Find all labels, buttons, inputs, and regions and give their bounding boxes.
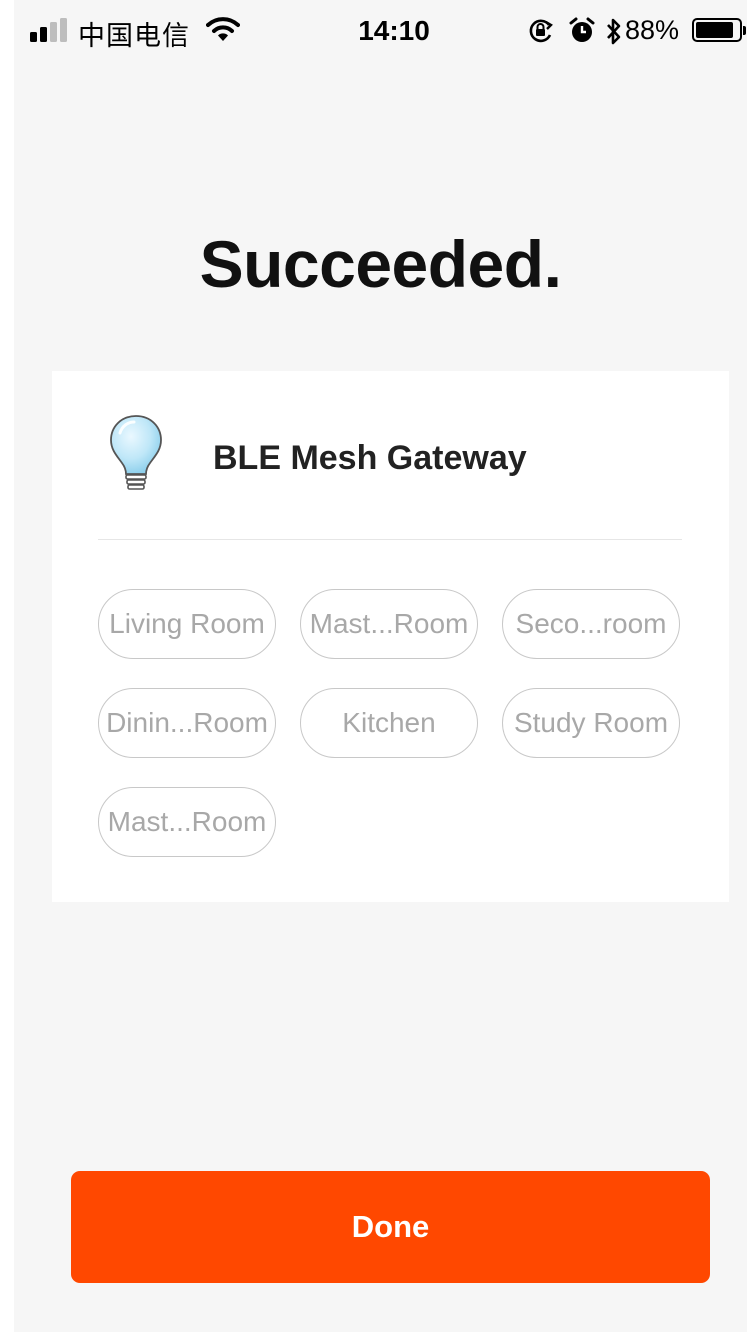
room-chip[interactable]: Living Room bbox=[98, 589, 276, 659]
room-chip[interactable]: Seco...room bbox=[502, 589, 680, 659]
battery-level-fill bbox=[696, 22, 733, 38]
app-screen: 中国电信 14:10 88% Succeeded. BLE Mesh Gatew… bbox=[14, 0, 747, 1332]
status-time: 14:10 bbox=[358, 15, 430, 46]
device-name: BLE Mesh Gateway bbox=[213, 439, 527, 477]
done-button[interactable]: Done bbox=[71, 1171, 710, 1283]
room-chip[interactable]: Study Room bbox=[502, 688, 680, 758]
card-divider bbox=[98, 539, 682, 540]
orientation-lock-icon bbox=[528, 17, 554, 52]
room-chip[interactable]: Dinin...Room bbox=[98, 688, 276, 758]
room-chip[interactable]: Mast...Room bbox=[98, 787, 276, 857]
signal-strength-icon bbox=[30, 18, 70, 42]
alarm-icon bbox=[569, 17, 595, 52]
bluetooth-icon bbox=[604, 17, 624, 54]
status-bar: 中国电信 14:10 88% bbox=[14, 0, 747, 64]
wifi-icon bbox=[206, 16, 240, 49]
battery-nub bbox=[743, 26, 746, 35]
light-bulb-icon bbox=[106, 413, 166, 493]
carrier-name: 中国电信 bbox=[78, 21, 190, 52]
room-chip[interactable]: Kitchen bbox=[300, 688, 478, 758]
device-card: BLE Mesh Gateway Living Room Mast...Room… bbox=[52, 371, 729, 902]
room-chip[interactable]: Mast...Room bbox=[300, 589, 478, 659]
battery-icon bbox=[692, 18, 746, 42]
battery-percent: 88% bbox=[625, 15, 680, 45]
page-title: Succeeded. bbox=[199, 227, 562, 301]
